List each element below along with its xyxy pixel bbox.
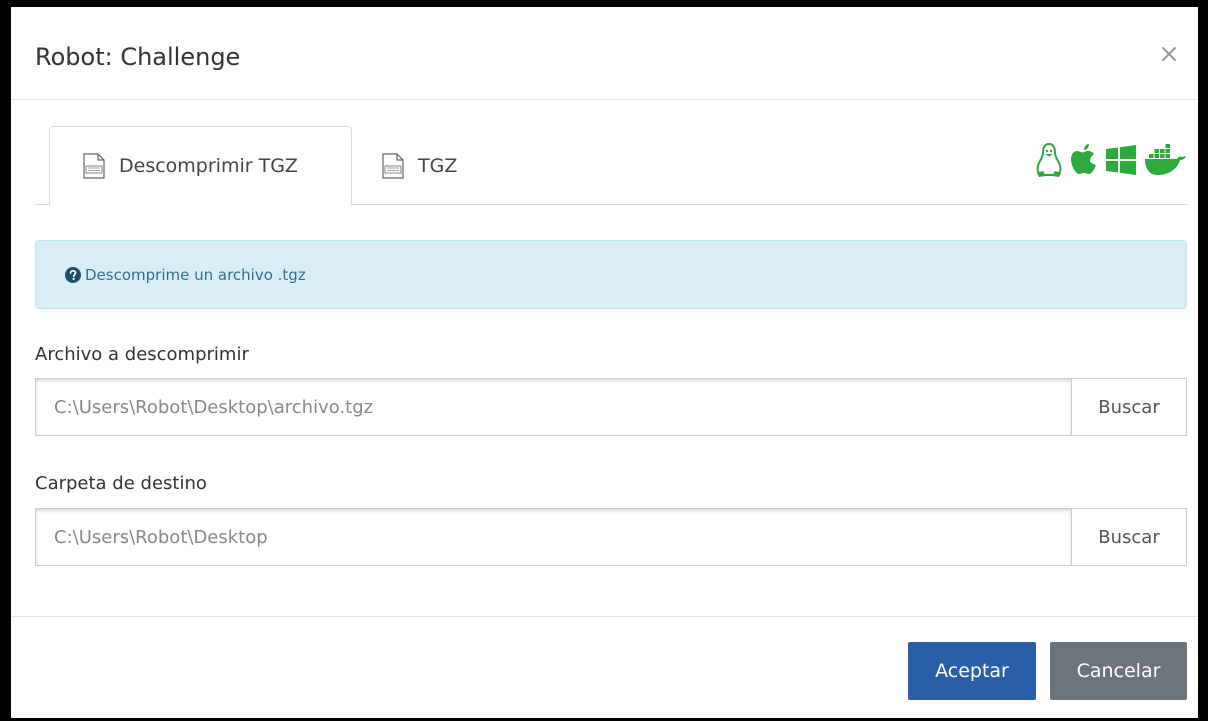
info-alert: Descomprime un archivo .tgz [35, 240, 1187, 309]
tgz-file-icon [382, 152, 404, 179]
close-icon [1162, 47, 1176, 61]
accept-button[interactable]: Aceptar [908, 642, 1036, 700]
linux-icon [1036, 142, 1062, 177]
info-text: Descomprime un archivo .tgz [85, 265, 306, 284]
tab-bar: Descomprimir TGZ TGZ [35, 126, 1187, 206]
source-file-label: Archivo a descomprimir [35, 344, 249, 365]
cancel-button[interactable]: Cancelar [1050, 642, 1187, 700]
dialog-header: Robot: Challenge [11, 7, 1198, 100]
question-circle-icon [65, 266, 81, 283]
windows-icon [1106, 145, 1136, 175]
robot-dialog: Robot: Challenge Descomprimir TGZ TGZ De… [11, 7, 1198, 718]
tgz-file-icon [83, 153, 105, 179]
close-button[interactable] [1152, 37, 1186, 71]
tab-label: Descomprimir TGZ [119, 155, 298, 177]
tab-tgz[interactable]: TGZ [352, 126, 483, 205]
destination-folder-label: Carpeta de destino [35, 473, 207, 494]
os-icons [1035, 140, 1187, 180]
dialog-title: Robot: Challenge [35, 43, 241, 71]
dialog-footer: Aceptar Cancelar [11, 617, 1198, 717]
tab-descomprimir-tgz[interactable]: Descomprimir TGZ [49, 126, 352, 206]
destination-folder-input[interactable] [35, 508, 1071, 566]
apple-icon [1071, 144, 1096, 174]
source-file-group: Buscar [35, 378, 1187, 436]
tab-label: TGZ [418, 154, 458, 177]
browse-destination-button[interactable]: Buscar [1071, 508, 1187, 566]
dialog-body: Descomprimir TGZ TGZ Descomprime un arch… [11, 100, 1198, 617]
source-file-input[interactable] [35, 378, 1071, 436]
destination-folder-group: Buscar [35, 508, 1187, 566]
docker-icon [1145, 144, 1186, 175]
browse-source-button[interactable]: Buscar [1071, 378, 1187, 436]
